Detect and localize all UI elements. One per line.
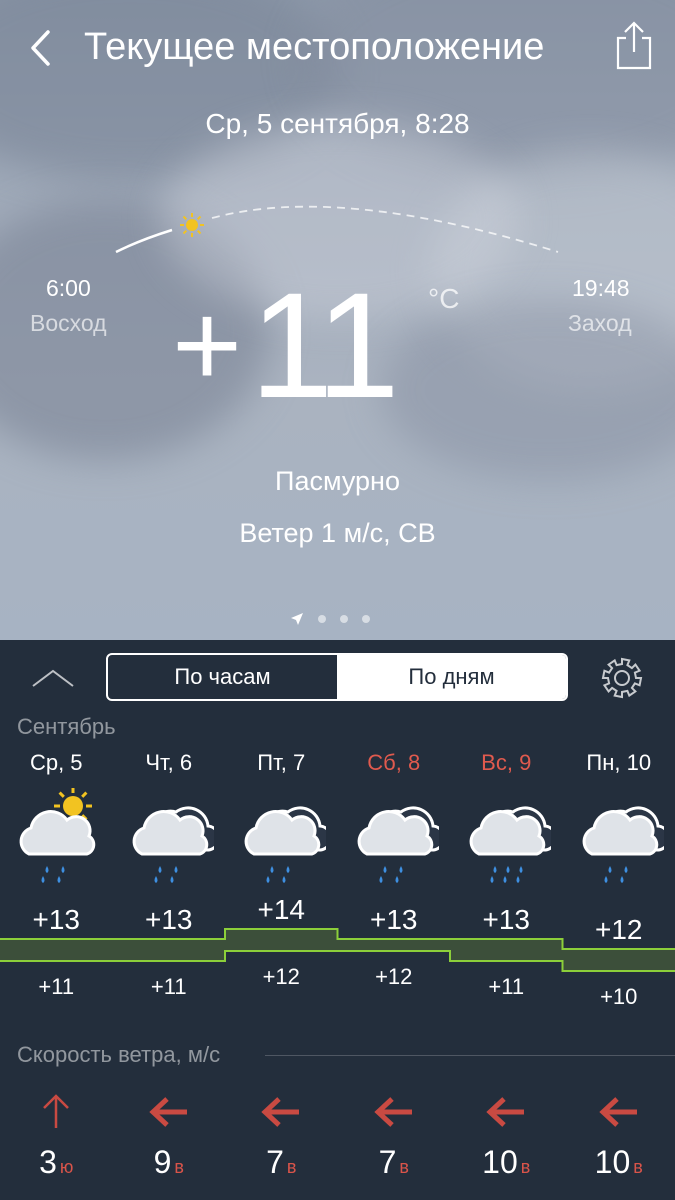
sunset-label: Заход: [568, 310, 632, 336]
wind-direction: в: [633, 1157, 643, 1177]
chevron-up-icon[interactable]: [30, 666, 76, 692]
min-temp-label: +12: [375, 964, 412, 989]
day-label: Чт, 6: [145, 750, 193, 775]
wind-direction: в: [399, 1157, 409, 1177]
max-temp-label: +13: [145, 904, 193, 935]
min-temp-label: +11: [151, 974, 187, 999]
cloud-rain-icon: [244, 806, 327, 883]
cloud-rain-icon: [582, 806, 664, 883]
current-datetime: Ср, 5 сентября, 8:28: [205, 108, 470, 139]
forecast-day[interactable]: Ср, 5: [0, 748, 112, 886]
divider: [265, 1055, 675, 1056]
cloud-sun-rain-icon: [19, 788, 96, 883]
min-temp-label: +11: [488, 974, 524, 999]
forecast-mode-toggle[interactable]: По часам По дням: [106, 653, 568, 701]
max-temp-label: +13: [483, 904, 531, 935]
arrow-left-icon: [486, 1097, 525, 1127]
wind-speed: 10: [482, 1144, 518, 1180]
wind-speed: 10: [594, 1144, 631, 1180]
arrow-left-icon: [149, 1097, 187, 1127]
sun-icon: [180, 213, 204, 237]
temp-unit: °C: [428, 283, 460, 314]
wind-direction: ю: [59, 1157, 74, 1177]
wind-item: 7в: [338, 1090, 450, 1181]
tab-hourly[interactable]: По часам: [108, 655, 337, 699]
temperature-chart: +13 +11 +13 +11 +14 +12 +13 +12 +13 +11 +12 +10: [0, 898, 675, 1008]
sunrise-time: 6:00: [46, 275, 91, 301]
day-label: Вс, 9: [481, 750, 532, 775]
cloud-rain-icon: [357, 806, 439, 883]
forecast-day[interactable]: Чт, 6: [113, 748, 225, 886]
arrow-left-icon: [261, 1097, 300, 1127]
min-temp-label: +12: [263, 964, 300, 989]
wind-item: 10 в: [450, 1090, 562, 1181]
share-icon[interactable]: [612, 20, 656, 72]
day-label: Сб, 8: [367, 750, 421, 775]
daily-forecast-row: Ср, 5 Чт, 6 Пт, 7 Сб, 8 Вс, 9 Пн, 10: [0, 748, 675, 888]
forecast-panel: По часам По дням Сентябрь Ср, 5 Чт, 6 Пт, …: [0, 640, 675, 1200]
wind-section-title: Скорость ветра, м/с: [17, 1042, 221, 1067]
wind-item: 9в: [113, 1090, 225, 1181]
day-label: Пт, 7: [257, 750, 306, 775]
wind-forecast-row: 3ю 9в 7в 7в 10 в 10 в: [0, 1090, 675, 1190]
location-arrow-icon: [291, 613, 303, 625]
forecast-day[interactable]: Сб, 8: [338, 748, 450, 886]
cloud-rain-icon: [132, 806, 214, 883]
arrow-left-icon: [374, 1097, 412, 1127]
back-button[interactable]: [26, 28, 56, 68]
wind-direction: в: [174, 1157, 184, 1177]
wind-direction: в: [520, 1157, 531, 1177]
current-wind: Ветер 1 м/с, СВ: [239, 518, 436, 548]
current-condition: Пасмурно: [275, 466, 400, 496]
wind-item: 3ю: [0, 1090, 112, 1181]
page-title: Текущее местоположение: [84, 26, 545, 68]
max-temp-label: +13: [370, 904, 418, 935]
current-temp: 11: [250, 261, 400, 429]
wind-speed: 7: [378, 1144, 397, 1180]
min-temp-label: +10: [600, 984, 637, 1008]
sun-path-arc: [115, 205, 559, 254]
wind-speed: 3: [39, 1144, 57, 1180]
cloud-heavy-rain-icon: [469, 806, 552, 883]
page-dot: [340, 615, 348, 623]
gear-icon[interactable]: [598, 654, 646, 702]
arrow-left-icon: [599, 1097, 637, 1127]
sunrise-label: Восход: [30, 310, 107, 336]
max-temp-label: +13: [33, 904, 81, 935]
page-indicator[interactable]: [290, 612, 370, 626]
wind-direction: в: [286, 1157, 297, 1177]
day-label: Пн, 10: [586, 750, 652, 775]
forecast-day[interactable]: Пн, 10: [563, 748, 675, 886]
page-dot: [318, 615, 326, 623]
wind-speed: 7: [266, 1144, 284, 1180]
sunset-time: 19:48: [572, 275, 630, 301]
wind-speed: 9: [153, 1144, 172, 1180]
tab-daily[interactable]: По дням: [337, 655, 566, 699]
wind-item: 7в: [225, 1090, 337, 1181]
current-temp-sign: +: [172, 278, 243, 412]
max-temp-label: +14: [258, 898, 306, 925]
max-temp-label: +12: [595, 914, 643, 945]
forecast-day[interactable]: Пт, 7: [225, 748, 337, 886]
month-label: Сентябрь: [17, 714, 116, 739]
wind-item: 10 в: [563, 1090, 675, 1181]
page-dot: [362, 615, 370, 623]
min-temp-label: +11: [38, 974, 74, 999]
weather-hero: Текущее местоположение Ср, 5 сентября, 8…: [0, 0, 675, 640]
arrow-up-icon: [43, 1094, 70, 1128]
day-label: Ср, 5: [29, 750, 83, 775]
forecast-day[interactable]: Вс, 9: [450, 748, 562, 886]
